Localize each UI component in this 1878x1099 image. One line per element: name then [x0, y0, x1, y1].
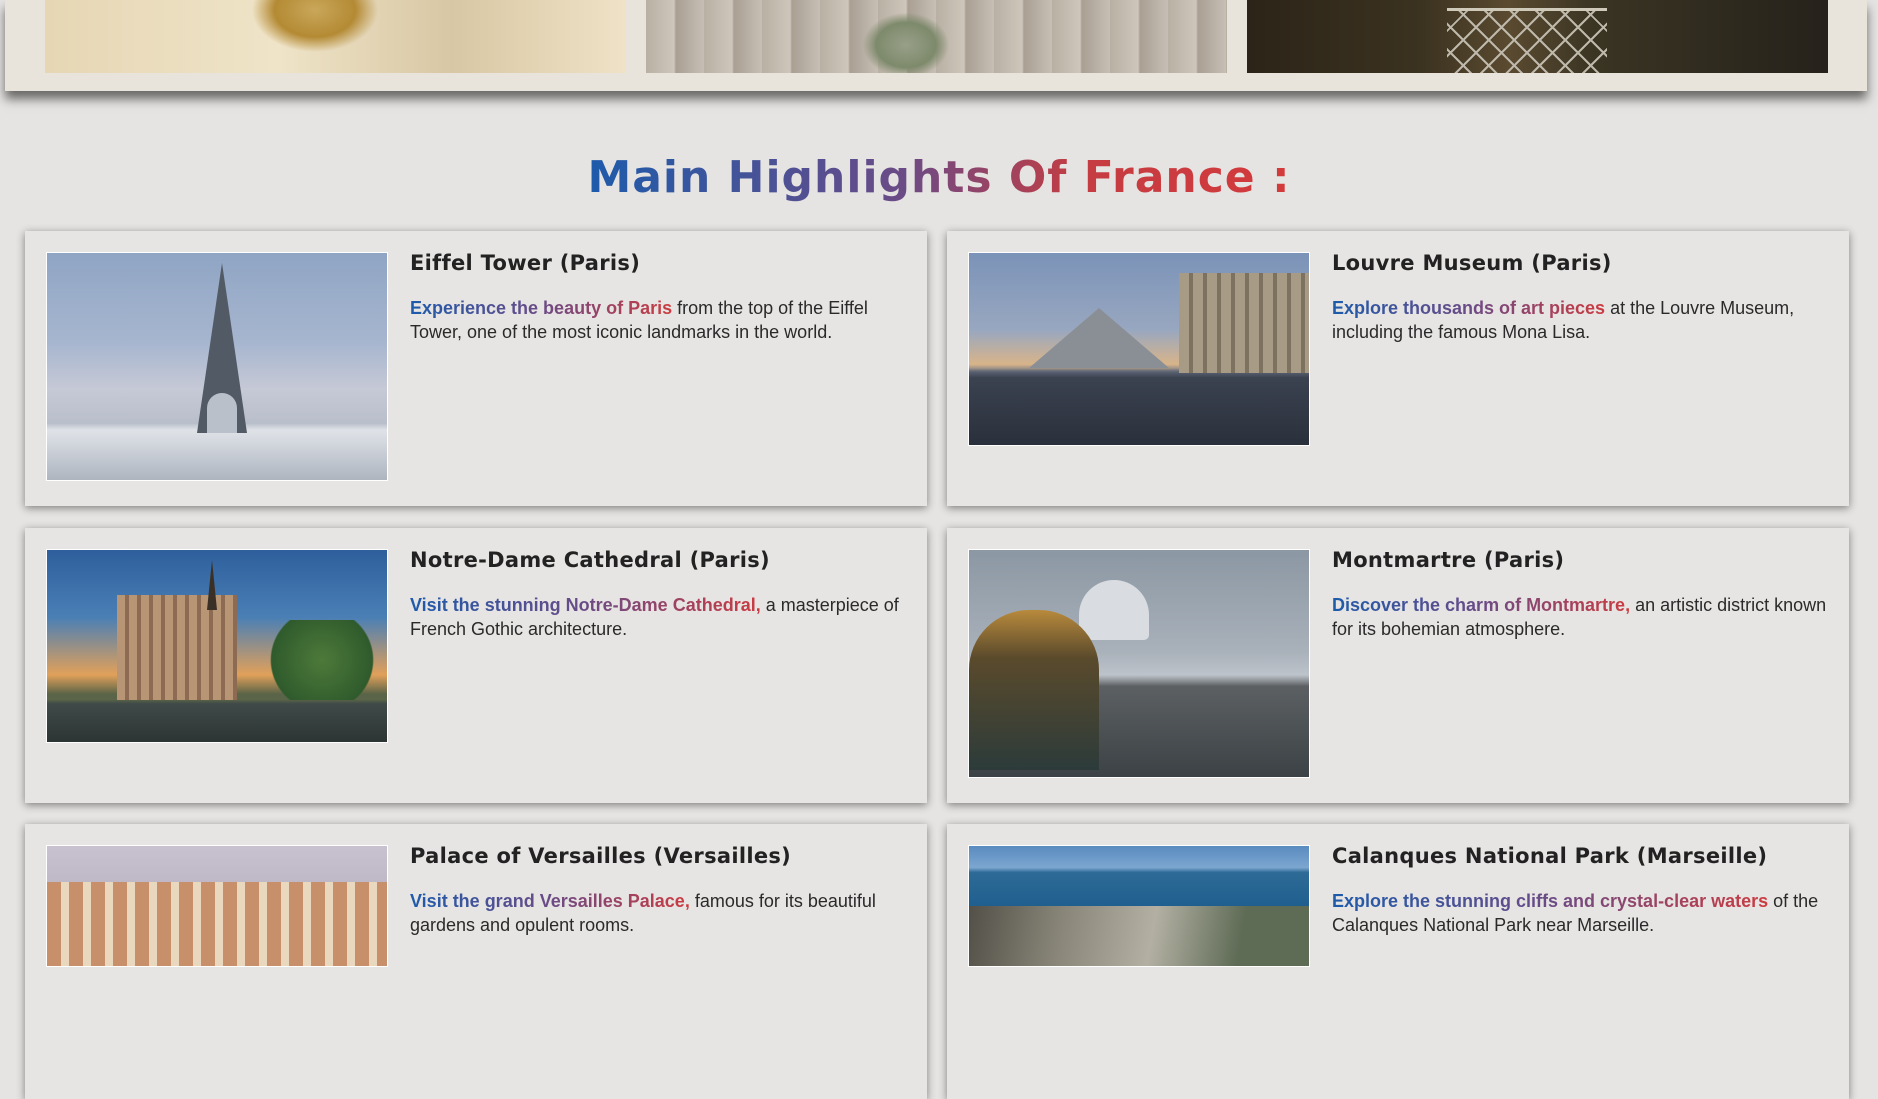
eiffel-tower-image[interactable] — [46, 252, 388, 481]
highlight-card-calanques: Calanques National Park (Marseille) Expl… — [947, 824, 1849, 1099]
highlight-card-versailles: Palace of Versailles (Versailles) Visit … — [25, 824, 927, 1099]
card-title: Palace of Versailles (Versailles) — [410, 844, 792, 868]
highlight-card-notre-dame: Notre-Dame Cathedral (Paris) Visit the s… — [25, 528, 927, 803]
card-description: Explore the stunning cliffs and crystal-… — [1332, 891, 1819, 935]
card-title: Calanques National Park (Marseille) — [1332, 844, 1768, 868]
card-description: Discover the charm of Montmartre, an art… — [1332, 595, 1827, 639]
card-description: Visit the grand Versailles Palace, famou… — [410, 891, 876, 935]
gallery-image-bridge[interactable] — [1247, 0, 1828, 73]
highlight-card-montmartre: Montmartre (Paris) Discover the charm of… — [947, 528, 1849, 803]
highlight-card-louvre: Louvre Museum (Paris) Explore thousands … — [947, 231, 1849, 506]
versailles-image[interactable] — [46, 845, 388, 967]
louvre-museum-image[interactable] — [968, 252, 1310, 446]
section-heading: Main Highlights Of France : — [587, 152, 1291, 203]
card-description: Explore thousands of art pieces at the L… — [1332, 298, 1795, 342]
notre-dame-image[interactable] — [46, 549, 388, 743]
card-description: Visit the stunning Notre-Dame Cathedral,… — [410, 595, 899, 639]
card-title: Eiffel Tower (Paris) — [410, 251, 641, 275]
image-gallery-strip — [5, 0, 1867, 91]
calanques-image[interactable] — [968, 845, 1310, 967]
montmartre-image[interactable] — [968, 549, 1310, 778]
card-title: Notre-Dame Cathedral (Paris) — [410, 548, 770, 572]
highlight-card-eiffel: Eiffel Tower (Paris) Experience the beau… — [25, 231, 927, 506]
gallery-image-map[interactable] — [45, 0, 626, 73]
card-title: Louvre Museum (Paris) — [1332, 251, 1612, 275]
gallery-image-olives[interactable] — [646, 0, 1227, 73]
card-description: Experience the beauty of Paris from the … — [410, 298, 868, 342]
card-title: Montmartre (Paris) — [1332, 548, 1565, 572]
